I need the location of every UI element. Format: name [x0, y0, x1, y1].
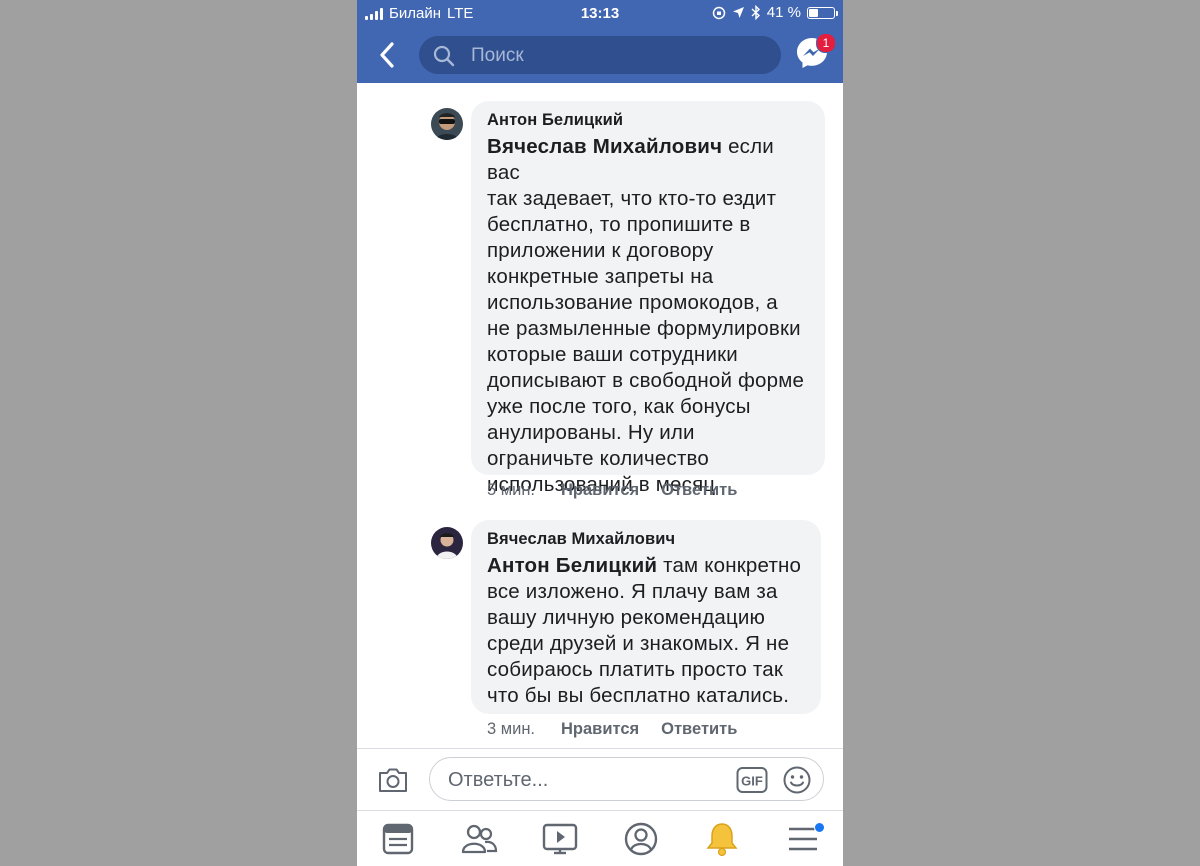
comment-line: уже после того, как бонусы	[487, 395, 751, 418]
reply-field[interactable]: GIF	[429, 757, 824, 802]
comment-line: дописывают в свободной форме	[487, 369, 805, 392]
like-button[interactable]: Нравится	[561, 720, 639, 739]
comment-mention[interactable]: Антон Белицкий	[487, 554, 657, 577]
comment-line: бесплатно, то пропишите в	[487, 213, 751, 236]
avatar-anton-image	[431, 108, 463, 140]
search-icon	[433, 45, 455, 67]
avatar[interactable]	[431, 527, 463, 559]
camera-icon[interactable]	[377, 766, 409, 794]
reply-button[interactable]: Ответить	[661, 481, 737, 500]
messenger-badge: 1	[816, 33, 836, 53]
bluetooth-icon	[751, 5, 760, 20]
comment-line: не размыленные формулировки	[487, 317, 801, 340]
comment-line: что бы вы бесплатно катались.	[487, 684, 790, 707]
comment-line: вашу личную рекомендацию	[487, 606, 766, 629]
reply-button[interactable]: Ответить	[661, 720, 737, 739]
menu-notification-dot	[814, 822, 825, 833]
comment-meta: 3 мин. Нравится Ответить	[487, 720, 759, 739]
orientation-lock-icon	[712, 6, 726, 19]
comment-meta: 5 мин. Нравится Ответить	[487, 481, 759, 500]
comment-time: 5 мин.	[487, 481, 536, 499]
watch-icon[interactable]	[540, 821, 580, 857]
comment-line: среди друзей и знакомых. Я не	[487, 632, 790, 655]
comment-bubble: Вячеслав Михайлович Антон Белицкий там к…	[471, 520, 821, 714]
comment-line: которые ваши сотрудники	[487, 343, 738, 366]
avatar[interactable]	[431, 108, 463, 140]
comment-line: собираюсь платить просто так	[487, 658, 784, 681]
comment-mention[interactable]: Вячеслав Михайлович	[487, 135, 722, 158]
notifications-bell-icon[interactable]	[702, 821, 742, 857]
status-right: 41 %	[712, 4, 838, 21]
gif-label: GIF	[741, 774, 763, 789]
top-header: Билайн LTE 13:13 41 % Поиск 1	[357, 0, 843, 83]
emoji-icon[interactable]	[782, 765, 812, 795]
avatar-vyacheslav-image	[431, 527, 463, 559]
reply-composer: GIF	[357, 748, 843, 811]
location-arrow-icon	[732, 7, 744, 18]
comment-bubble: Антон Белицкий Вячеслав Михайлович если …	[471, 101, 825, 496]
comment-author[interactable]: Антон Белицкий	[487, 111, 809, 130]
comment-author[interactable]: Вячеслав Михайлович	[487, 530, 805, 549]
status-bar: Билайн LTE 13:13 41 %	[357, 0, 843, 28]
reply-input[interactable]	[446, 758, 720, 802]
comment-line: использование промокодов, а	[487, 291, 778, 314]
back-arrow-icon[interactable]	[375, 40, 401, 70]
comment-line: приложении к договору	[487, 239, 714, 262]
comment-text: Антон Белицкий там конкретно все изложен…	[487, 553, 805, 709]
like-button[interactable]: Нравится	[561, 481, 639, 500]
search-input[interactable]	[469, 36, 773, 76]
comment-text: Вячеслав Михайлович если вас так задевае…	[487, 134, 809, 498]
battery-percent: 41 %	[766, 4, 801, 21]
comment-line: все изложено. Я плачу вам за	[487, 580, 778, 603]
bottom-tab-bar	[357, 810, 843, 866]
friends-icon[interactable]	[459, 821, 499, 857]
comment-line: так задевает, что кто-то ездит	[487, 187, 777, 210]
comment-line: там конкретно	[657, 554, 802, 577]
gif-icon[interactable]: GIF	[736, 766, 768, 794]
news-feed-icon[interactable]	[378, 821, 418, 857]
battery-fill	[809, 8, 818, 17]
profile-icon[interactable]	[621, 821, 661, 857]
battery-icon	[807, 6, 838, 19]
comment-time: 3 мин.	[487, 720, 536, 738]
comment-line: анулированы. Ну или	[487, 421, 695, 444]
comment-line: ограничьте количество	[487, 447, 710, 470]
search-bar[interactable]	[419, 36, 781, 76]
phone-screen: Билайн LTE 13:13 41 % Поиск 1 Антон Бели…	[357, 0, 843, 866]
comment-line: конкретные запреты на	[487, 265, 714, 288]
